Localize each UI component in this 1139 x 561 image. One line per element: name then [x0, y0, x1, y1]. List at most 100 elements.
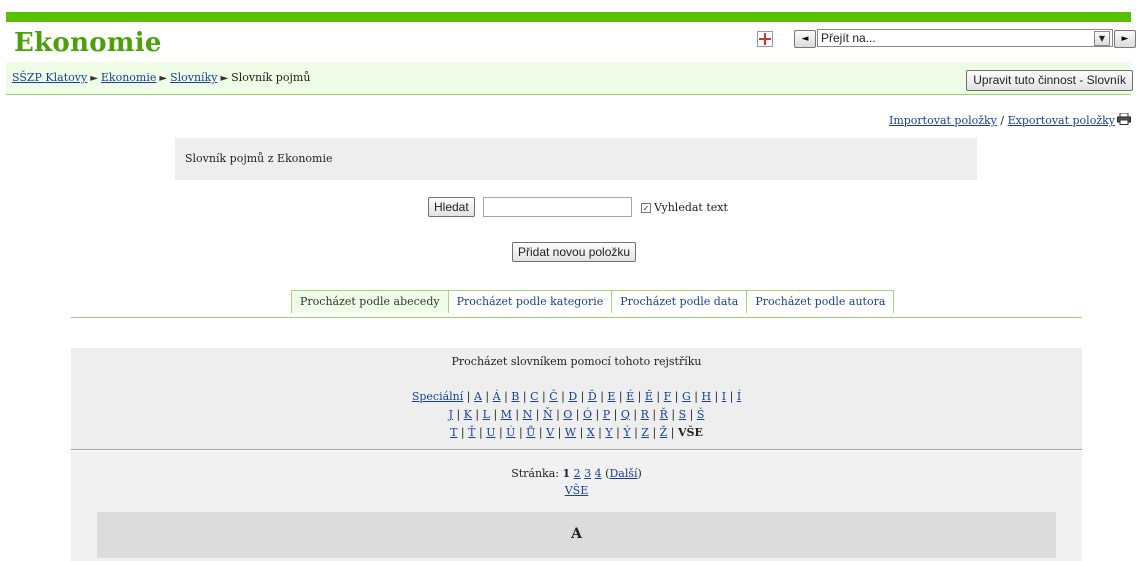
- index-separator: |: [535, 426, 547, 439]
- index-letter-link[interactable]: Ý: [623, 426, 630, 439]
- index-separator: |: [726, 390, 737, 403]
- expand-blocks-icon[interactable]: [757, 31, 773, 47]
- next-activity-button[interactable]: ►: [1114, 30, 1136, 48]
- index-separator: |: [511, 408, 523, 421]
- index-letter-link[interactable]: K: [464, 408, 472, 421]
- browse-tabs: Procházet podle abecedy Procházet podle …: [291, 290, 895, 313]
- tab-alphabet[interactable]: Procházet podle abecedy: [291, 290, 449, 313]
- index-letter-link[interactable]: S: [679, 408, 687, 421]
- index-letter-link[interactable]: É: [626, 390, 634, 403]
- index-separator: |: [515, 426, 527, 439]
- index-letter-link[interactable]: R: [641, 408, 649, 421]
- export-entries-link[interactable]: Exportovat položky: [1008, 114, 1115, 127]
- index-separator: |: [634, 390, 645, 403]
- index-letter-link[interactable]: Ř: [660, 408, 668, 421]
- index-separator: |: [576, 426, 587, 439]
- index-separator: |: [711, 390, 722, 403]
- add-entry-button[interactable]: Přidat novou položku: [512, 242, 637, 262]
- index-row-1: Speciální | A | Á | B | C | Č | D | Ď | …: [71, 390, 1082, 403]
- index-letter-link[interactable]: Q: [621, 408, 630, 421]
- index-row-2: J | K | L | M | N | Ň | O | Ó | P | Q | …: [71, 408, 1082, 421]
- index-separator: |: [500, 390, 512, 403]
- index-separator: |: [592, 408, 603, 421]
- breadcrumb-item-glossaries[interactable]: Slovníky: [170, 71, 217, 84]
- search-input[interactable]: [483, 197, 632, 217]
- jump-to-select[interactable]: Přejít na... ▼: [817, 29, 1113, 47]
- index-separator: |: [532, 408, 543, 421]
- index-separator: |: [594, 426, 606, 439]
- index-separator: |: [577, 390, 588, 403]
- index-letter-link[interactable]: Č: [549, 390, 557, 403]
- pager-current-page: 1: [562, 467, 571, 480]
- index-letter-link[interactable]: M: [501, 408, 512, 421]
- tab-author[interactable]: Procházet podle autora: [746, 290, 895, 313]
- prev-activity-button[interactable]: ◄: [794, 30, 816, 48]
- index-letter-link[interactable]: Ď: [588, 390, 597, 403]
- index-letter-link[interactable]: Ó: [583, 408, 592, 421]
- index-separator: |: [667, 426, 679, 439]
- index-letter-link[interactable]: Í: [737, 390, 741, 403]
- index-letter-link[interactable]: A: [474, 390, 482, 403]
- index-separator: |: [495, 426, 507, 439]
- index-separator: |: [463, 390, 474, 403]
- printer-icon[interactable]: [1117, 113, 1131, 125]
- index-letter-link[interactable]: Speciální: [412, 390, 463, 403]
- breadcrumb: SŠZP Klatovy ► Ekonomie ► Slovníky ► Slovník p…: [12, 71, 310, 84]
- tab-date[interactable]: Procházet podle data: [611, 290, 748, 313]
- index-letter-link[interactable]: N: [523, 408, 533, 421]
- index-letter-link[interactable]: X: [587, 426, 595, 439]
- tab-category[interactable]: Procházet podle kategorie: [447, 290, 613, 313]
- index-separator: |: [475, 426, 487, 439]
- index-row-3: T | Ť | U | Ú | Ů | V | W | X | Y | Ý | …: [71, 426, 1082, 439]
- index-letter-link[interactable]: C: [530, 390, 538, 403]
- edit-activity-button[interactable]: Upravit tuto činnost - Slovník: [966, 70, 1133, 91]
- index-letter-link[interactable]: W: [565, 426, 576, 439]
- index-letter-link[interactable]: L: [483, 408, 490, 421]
- index-letter-link[interactable]: Ň: [543, 408, 553, 421]
- tab-underline: [71, 317, 1082, 318]
- page-title: Ekonomie: [14, 28, 162, 58]
- pager-label: Stránka:: [511, 467, 559, 480]
- index-letter-link[interactable]: H: [701, 390, 711, 403]
- index-separator: |: [652, 390, 664, 403]
- import-entries-link[interactable]: Importovat položky: [889, 114, 997, 127]
- import-export-separator: /: [1000, 114, 1005, 127]
- index-separator: |: [648, 426, 660, 439]
- pager-next-link[interactable]: Další: [609, 467, 637, 480]
- import-export-links: Importovat položky / Exportovat položky: [889, 114, 1115, 127]
- chevron-down-icon[interactable]: ▼: [1094, 31, 1110, 46]
- breadcrumb-item-course[interactable]: Ekonomie: [101, 71, 156, 84]
- index-separator: |: [615, 390, 627, 403]
- index-separator: |: [630, 426, 642, 439]
- index-separator: |: [610, 408, 621, 421]
- index-letter-link[interactable]: Y: [605, 426, 612, 439]
- index-separator: |: [629, 408, 641, 421]
- index-letter-link[interactable]: Á: [493, 390, 501, 403]
- index-separator: |: [519, 390, 531, 403]
- pager-all-link[interactable]: VŠE: [565, 484, 589, 497]
- index-separator: |: [557, 390, 569, 403]
- index-separator: |: [667, 408, 679, 421]
- breadcrumb-separator: ►: [159, 73, 168, 84]
- pager: Stránka: 1 2 3 4 (Další): [511, 467, 642, 480]
- breadcrumb-item-school[interactable]: SŠZP Klatovy: [12, 71, 87, 84]
- index-letter-link[interactable]: G: [682, 390, 691, 403]
- index-letter-link[interactable]: O: [563, 408, 572, 421]
- index-letter-link[interactable]: Z: [641, 426, 649, 439]
- letter-heading: A: [571, 526, 582, 542]
- index-all-current: VŠE: [678, 426, 703, 439]
- glossary-description: Slovník pojmů z Ekonomie: [185, 152, 333, 165]
- pager-page-3[interactable]: 3: [584, 467, 591, 480]
- pager-page-2[interactable]: 2: [574, 467, 581, 480]
- search-button[interactable]: Hledat: [428, 197, 475, 217]
- index-letter-link[interactable]: Ě: [645, 390, 653, 403]
- index-separator: |: [596, 390, 608, 403]
- index-letter-link[interactable]: D: [568, 390, 577, 403]
- index-separator: |: [453, 408, 464, 421]
- pager-page-4[interactable]: 4: [595, 467, 602, 480]
- index-separator: |: [690, 390, 702, 403]
- index-letter-link[interactable]: Š: [697, 408, 705, 421]
- fulltext-checkbox[interactable]: ✓: [641, 203, 651, 213]
- index-letter-link[interactable]: V: [546, 426, 554, 439]
- index-separator: |: [552, 408, 564, 421]
